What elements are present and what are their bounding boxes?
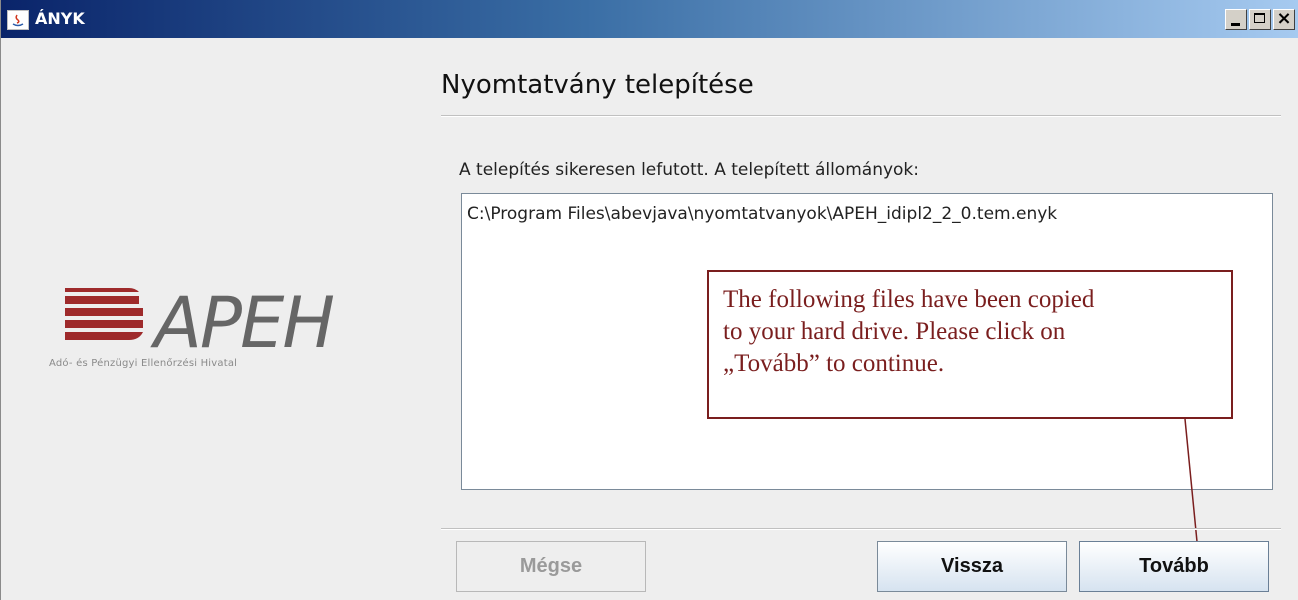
list-item[interactable]: C:\Program Files\abevjava\nyomtatvanyok\…	[467, 204, 1057, 224]
page-title: Nyomtatvány telepítése	[441, 70, 754, 100]
title-divider	[441, 115, 1281, 117]
minimize-button[interactable]	[1225, 9, 1247, 30]
maximize-button[interactable]	[1249, 9, 1271, 30]
close-icon: ×	[1276, 8, 1292, 29]
footer-divider	[441, 528, 1281, 530]
apeh-logo: APEH Adó- és Pénzügyi Ellenőrzési Hivata…	[49, 282, 335, 369]
cancel-button[interactable]: Mégse	[456, 541, 646, 592]
apeh-logo-mark-icon	[65, 288, 143, 340]
logo-text: APEH	[154, 282, 335, 364]
next-button[interactable]: Tovább	[1079, 541, 1269, 592]
java-icon	[7, 10, 29, 30]
window-title: ÁNYK	[35, 9, 85, 28]
minimize-icon	[1231, 23, 1240, 26]
close-button[interactable]: ×	[1273, 8, 1295, 30]
title-bar[interactable]: ÁNYK ×	[1, 0, 1298, 38]
callout-text: The following files have been copied to …	[723, 286, 1095, 377]
logo-subtitle: Adó- és Pénzügyi Ellenőrzési Hivatal	[49, 358, 238, 369]
success-label: A telepítés sikeresen lefutott. A telepí…	[459, 160, 919, 180]
back-button[interactable]: Vissza	[877, 541, 1067, 592]
help-callout: The following files have been copied to …	[707, 270, 1233, 419]
installer-window: ÁNYK × APEH Adó- és Pénzügyi Ellenőrzési…	[0, 0, 1298, 600]
window-controls: ×	[1225, 8, 1295, 30]
maximize-icon	[1254, 13, 1265, 23]
